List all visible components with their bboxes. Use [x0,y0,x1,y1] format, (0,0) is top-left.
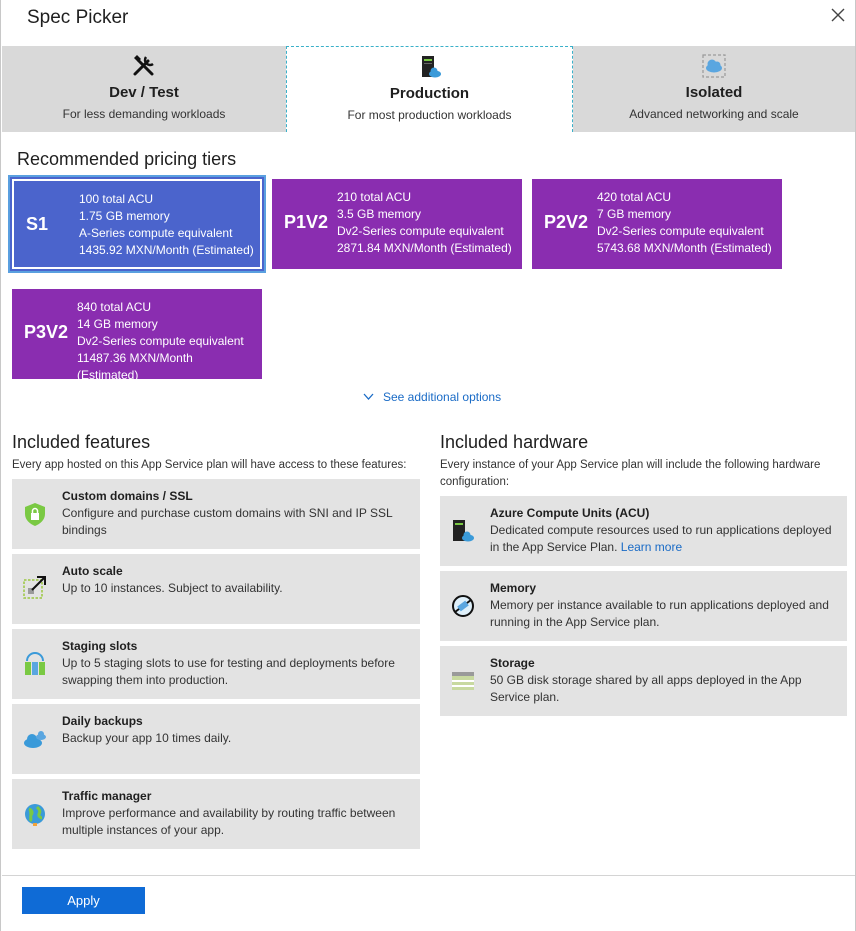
tab-production[interactable]: Production For most production workloads [286,46,573,132]
feature-title: Custom domains / SSL [62,489,193,503]
blade-header: Spec Picker [1,0,856,46]
hardware-heading: Included hardware [440,432,589,452]
tab-description: For less demanding workloads [62,107,226,121]
footer-divider [2,875,855,876]
feature-title: Staging slots [62,639,138,653]
hardware-title: Memory [490,581,537,595]
hardware-title: Azure Compute Units (ACU) [490,506,650,520]
cloud-backup-icon [22,726,48,752]
tier-compute: Dv2-Series compute equivalent [597,224,764,238]
tier-acu: 840 total ACU [77,300,152,314]
feature-card-custom-domains: Custom domains / SSL Configure and purch… [12,479,420,549]
hardware-description: Dedicated compute resources used to run … [490,522,841,556]
feature-card-staging-slots: Staging slots Up to 5 staging slots to u… [12,629,420,699]
tier-code: P3V2 [24,322,69,342]
feature-card-daily-backups: Daily backups Backup your app 10 times d… [12,704,420,774]
feature-description: Up to 5 staging slots to use for testing… [62,656,395,687]
hardware-description: Memory per instance available to run app… [490,598,829,629]
features-heading: Included features [12,432,151,452]
recommended-heading: Recommended pricing tiers [17,149,237,169]
server-cloud-icon [450,518,476,544]
tab-label: Production [389,85,470,102]
isolated-network-icon [701,53,727,79]
close-icon[interactable] [829,6,847,24]
tools-icon [131,53,157,79]
staging-slots-icon [22,651,48,677]
tier-code: S1 [26,214,49,234]
shield-lock-icon [22,501,48,527]
tier-acu: 210 total ACU [337,190,412,204]
feature-description: Configure and purchase custom domains wi… [62,506,393,537]
feature-description: Improve performance and availability by … [62,806,396,837]
tier-compute: Dv2-Series compute equivalent [337,224,504,238]
see-additional-options-label: See additional options [383,390,502,404]
blade-title: Spec Picker [27,7,129,28]
tab-description: For most production workloads [347,108,512,122]
tier-card-s1[interactable]: S1 100 total ACU 1.75 GB memory A-Series… [10,177,264,271]
autoscale-icon [22,574,48,600]
tier-code: P2V2 [544,212,589,232]
tab-isolated[interactable]: Isolated Advanced networking and scale [573,46,855,132]
hardware-card-memory: Memory Memory per instance available to … [440,571,847,641]
see-additional-options-link[interactable]: See additional options [363,390,501,404]
learn-more-link[interactable]: Learn more [621,540,682,554]
spec-picker-blade: Spec Picker Dev / Test For less demandin… [0,0,856,931]
tier-specs: 840 total ACU 14 GB memory Dv2-Series co… [77,299,252,384]
hardware-subtext: Every instance of your App Service plan … [440,459,821,488]
hardware-title: Storage [490,656,535,670]
globe-icon [22,801,48,827]
hardware-card-acu: Azure Compute Units (ACU) Dedicated comp… [440,496,847,566]
tier-acu: 100 total ACU [79,192,154,206]
memory-icon [450,593,476,619]
feature-card-auto-scale: Auto scale Up to 10 instances. Subject t… [12,554,420,624]
hardware-description: 50 GB disk storage shared by all apps de… [490,673,802,704]
feature-title: Daily backups [62,714,143,728]
tier-card-p2v2[interactable]: P2V2 420 total ACU 7 GB memory Dv2-Serie… [532,179,782,269]
tier-compute: A-Series compute equivalent [79,226,233,240]
tab-description: Advanced networking and scale [629,107,799,121]
tier-acu: 420 total ACU [597,190,672,204]
feature-card-traffic-manager: Traffic manager Improve performance and … [12,779,420,849]
feature-title: Auto scale [62,564,123,578]
tier-price: 5743.68 MXN/Month (Estimated) [597,241,772,255]
tier-card-p1v2[interactable]: P1V2 210 total ACU 3.5 GB memory Dv2-Ser… [272,179,522,269]
tier-price: 2871.84 MXN/Month (Estimated) [337,241,512,255]
tier-specs: 100 total ACU 1.75 GB memory A-Series co… [79,191,261,259]
hardware-card-storage: Storage 50 GB disk storage shared by all… [440,646,847,716]
tab-label: Dev / Test [109,84,179,101]
tier-specs: 420 total ACU 7 GB memory Dv2-Series com… [597,189,779,257]
feature-title: Traffic manager [62,789,152,803]
features-subtext: Every app hosted on this App Service pla… [12,459,407,471]
apply-button[interactable]: Apply [22,887,145,914]
tier-price: 11487.36 MXN/Month (Estimated) [77,351,193,382]
storage-icon [450,668,476,694]
feature-description: Up to 10 instances. Subject to availabil… [62,581,283,595]
tier-memory: 7 GB memory [597,207,672,221]
tier-memory: 3.5 GB memory [337,207,422,221]
tier-memory: 1.75 GB memory [79,209,170,223]
tier-specs: 210 total ACU 3.5 GB memory Dv2-Series c… [337,189,519,257]
feature-description: Backup your app 10 times daily. [62,731,232,745]
tier-code: P1V2 [284,212,329,232]
tier-memory: 14 GB memory [77,317,158,331]
server-cloud-icon [417,54,443,80]
tier-card-p3v2[interactable]: P3V2 840 total ACU 14 GB memory Dv2-Seri… [12,289,262,382]
chevron-down-icon [363,393,374,400]
tier-compute: Dv2-Series compute equivalent [77,334,244,348]
tier-price: 1435.92 MXN/Month (Estimated) [79,243,254,257]
category-tabs: Dev / Test For less demanding workloads … [2,46,855,132]
tab-dev-test[interactable]: Dev / Test For less demanding workloads [2,46,286,132]
tab-label: Isolated [685,84,743,101]
